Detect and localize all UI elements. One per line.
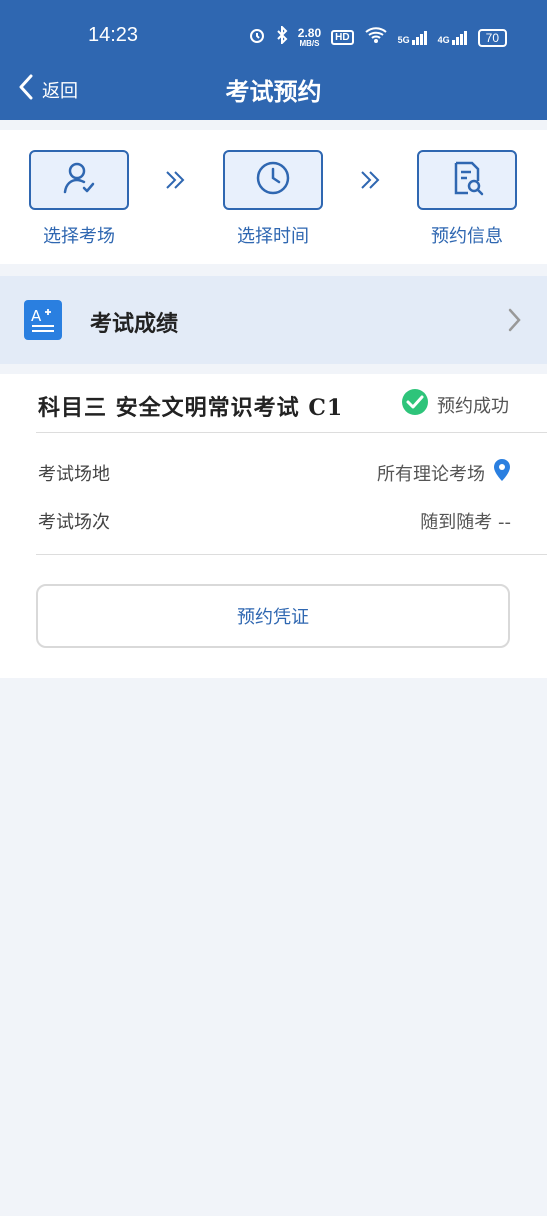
step-label: 预约信息	[431, 226, 503, 247]
bluetooth-icon	[276, 24, 288, 49]
person-check-icon	[60, 159, 98, 201]
appointment-card: 科目三 安全文明常识考试 C1 预约成功 考试场地 所有理论考场 考试场次 随到…	[0, 374, 547, 678]
step-select-time[interactable]: 选择时间	[223, 150, 323, 248]
score-icon: A	[24, 300, 62, 340]
hd-badge: HD	[331, 30, 354, 45]
booking-steps: 选择考场 选择时间 预约信息	[0, 130, 547, 264]
double-chevron-right-icon	[358, 168, 382, 197]
check-circle-icon	[401, 388, 429, 421]
battery-indicator: 70	[477, 28, 507, 47]
step-label: 选择考场	[43, 226, 115, 247]
step-booking-info[interactable]: 预约信息	[417, 150, 517, 248]
step-select-venue[interactable]: 选择考场	[29, 150, 129, 248]
venue-row: 考试场地 所有理论考场	[38, 458, 511, 487]
venue-value: 所有理论考场	[377, 463, 485, 485]
session-label: 考试场次	[38, 512, 110, 533]
chevron-right-icon	[507, 308, 521, 336]
signal-4g: 4G	[438, 30, 468, 45]
status-time: 14:23	[88, 24, 139, 46]
exam-subject: 科目三 安全文明常识考试 C1	[38, 395, 344, 421]
signal-5g: 5G	[398, 30, 428, 45]
booking-status-text: 预约成功	[437, 395, 509, 417]
alarm-icon	[248, 26, 266, 49]
network-speed: 2.80 MB/S	[297, 26, 322, 48]
exam-score-title: 考试成绩	[90, 311, 179, 337]
page-title: 考试预约	[225, 78, 322, 106]
divider	[36, 432, 547, 433]
exam-score-entry[interactable]: A 考试成绩	[0, 276, 547, 364]
document-search-icon	[448, 159, 486, 201]
status-bar: 14:23 2.80 MB/S HD 5G 4G 70	[0, 0, 547, 60]
clock-icon	[254, 159, 292, 201]
divider	[36, 554, 547, 555]
status-icons: 2.80 MB/S HD 5G 4G 70	[248, 24, 507, 49]
booking-status: 预约成功	[401, 388, 509, 421]
venue-label: 考试场地	[38, 463, 110, 485]
app-bar: 返回 考试预约	[0, 60, 547, 120]
session-row: 考试场次 随到随考 --	[38, 508, 511, 534]
double-chevron-right-icon	[163, 168, 187, 197]
step-label: 选择时间	[237, 226, 309, 247]
booking-voucher-button[interactable]: 预约凭证	[36, 584, 510, 648]
location-pin-icon[interactable]	[493, 458, 511, 487]
session-value: 随到随考 --	[420, 512, 511, 533]
wifi-icon	[364, 26, 388, 49]
svg-text:A: A	[31, 307, 42, 325]
